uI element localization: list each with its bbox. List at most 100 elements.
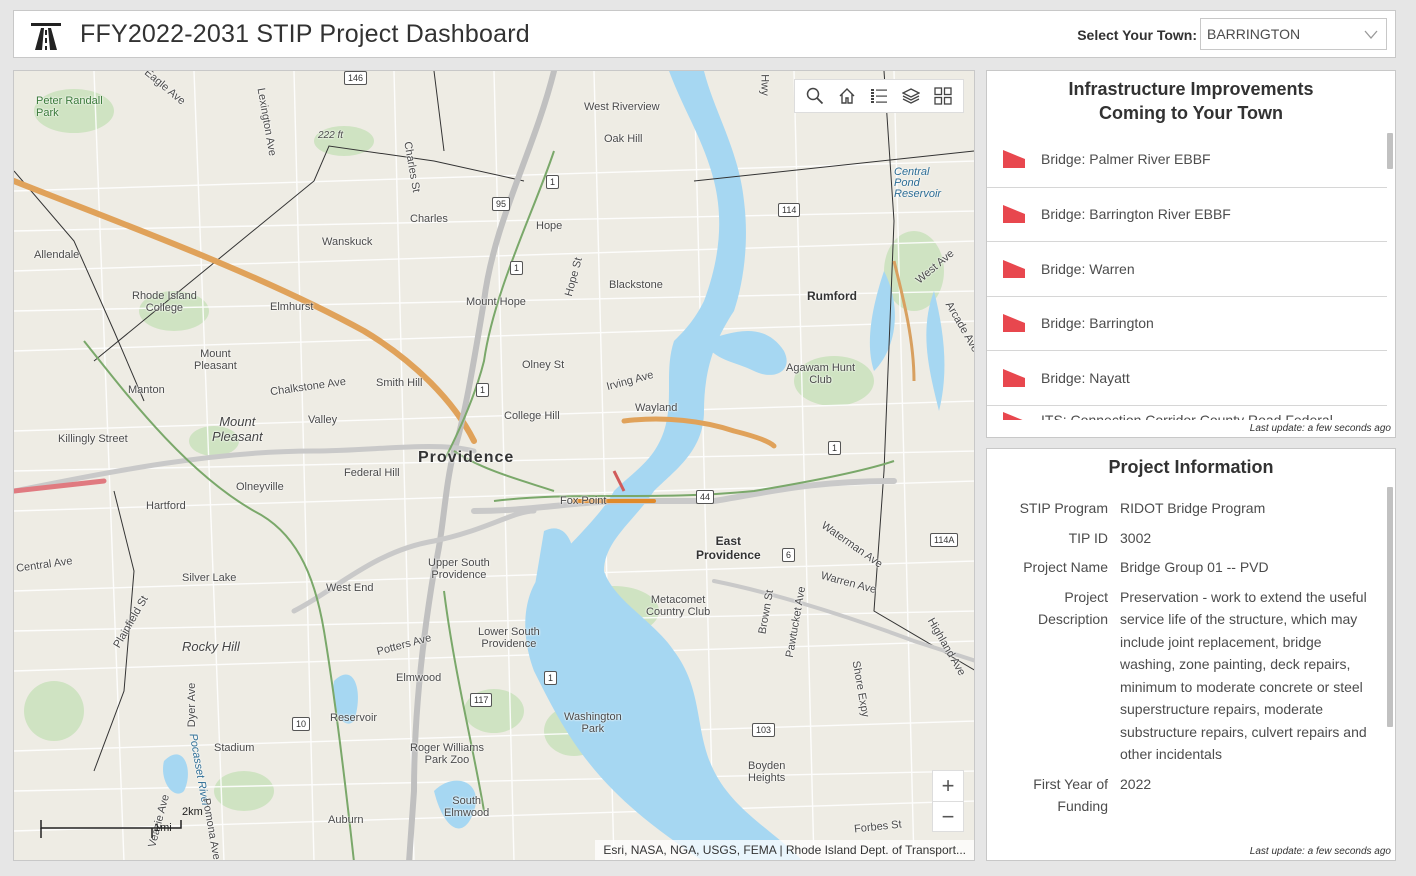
legend-icon[interactable] — [867, 84, 891, 108]
map-toolbar — [794, 79, 964, 113]
map-label-wanskuck: Wanskuck — [322, 236, 373, 248]
layers-icon[interactable] — [899, 84, 923, 108]
route-shield: 10 — [292, 717, 311, 731]
map-view[interactable]: Peter Randall Park West Riverview Oak Hi… — [13, 70, 975, 861]
search-icon[interactable] — [803, 84, 827, 108]
map-label-providence: Providence — [418, 449, 515, 466]
map-label-allendale: Allendale — [34, 249, 80, 261]
home-icon[interactable] — [835, 84, 859, 108]
map-label-rumford: Rumford — [807, 289, 857, 303]
info-value: 3002 — [1120, 529, 1152, 546]
route-shield: 44 — [696, 490, 715, 504]
info-key: STIP Program — [1019, 500, 1108, 516]
info-row-tip-id: TIP ID 3002 — [987, 527, 1387, 550]
infrastructure-title-line2: Coming to Your Town — [1099, 103, 1283, 123]
map-label-elmhurst: Elmhurst — [270, 301, 314, 313]
map-label-south-elmwood: South Elmwood — [444, 795, 490, 819]
town-select-dropdown[interactable]: BARRINGTON — [1200, 18, 1387, 50]
map-label-boyden-heights: Boyden Heights — [748, 760, 786, 784]
town-select-value: BARRINGTON — [1207, 26, 1301, 42]
basemap-gallery-icon[interactable] — [931, 84, 955, 108]
map-label-valley: Valley — [308, 414, 338, 426]
infrastructure-list: Bridge: Palmer River EBBF Bridge: Barrin… — [987, 132, 1387, 420]
info-row-first-year-funding: First Year of Funding 2022 — [987, 773, 1387, 818]
list-item-label: Bridge: Warren — [1041, 260, 1135, 277]
info-row-project-name: Project Name Bridge Group 01 -- PVD — [987, 556, 1387, 579]
list-item[interactable]: Bridge: Barrington — [987, 295, 1387, 351]
route-shield: 146 — [344, 71, 368, 85]
infrastructure-scrollbar[interactable] — [1387, 133, 1393, 169]
list-item[interactable]: ITS: Connection Corridor County Road Fed… — [987, 404, 1387, 421]
map-label-west-riverview: West Riverview — [584, 101, 660, 113]
scale-mi-label: 1mi — [154, 822, 172, 834]
map-label-peter-randall-park: Peter Randall Park — [36, 95, 103, 119]
route-shield: 1 — [476, 383, 490, 397]
infrastructure-panel-title: Infrastructure Improvements Coming to Yo… — [987, 71, 1395, 125]
map-label-smith-hill: Smith Hill — [376, 377, 423, 389]
info-row-project-description: Project Description Preservation - work … — [987, 586, 1387, 766]
project-info-title: Project Information — [1108, 457, 1274, 477]
list-item[interactable]: Bridge: Nayatt — [987, 350, 1387, 405]
project-info-table: STIP Program RIDOT Bridge Program TIP ID… — [987, 497, 1387, 825]
map-label-olney-st: Olney St — [522, 359, 565, 371]
map-label-metacomet-country-club: Metacomet Country Club — [646, 594, 711, 618]
map-label-rocky-hill: Rocky Hill — [182, 639, 240, 654]
zoom-in-button[interactable]: + — [933, 771, 963, 801]
route-shield: 103 — [752, 723, 776, 737]
map-label-silver-lake: Silver Lake — [182, 572, 237, 584]
project-info-last-update: Last update: a few seconds ago — [1249, 846, 1391, 857]
infrastructure-last-update: Last update: a few seconds ago — [1249, 423, 1391, 434]
flag-icon — [1003, 368, 1025, 387]
route-shield: 1 — [544, 671, 558, 685]
map-label-east-providence: East Providence — [696, 534, 761, 562]
info-value: Preservation - work to extend the useful… — [1120, 588, 1367, 763]
map-label-mount-pleasant: Mount Pleasant — [212, 414, 263, 444]
route-shield: 6 — [782, 548, 796, 562]
map-label-west-end: West End — [326, 582, 374, 594]
list-item-label: Bridge: Palmer River EBBF — [1041, 151, 1211, 168]
route-shield: 1 — [828, 441, 842, 455]
map-label-stadium: Stadium — [214, 742, 255, 754]
list-item[interactable]: Bridge: Barrington River EBBF — [987, 186, 1387, 242]
map-label-rhode-island-college: Rhode Island College — [132, 290, 197, 314]
map-attribution[interactable]: Esri, NASA, NGA, USGS, FEMA | Rhode Isla… — [595, 840, 974, 860]
map-label-college-hill: College Hill — [504, 410, 560, 422]
route-shield: 114 — [778, 203, 801, 217]
flag-icon — [1003, 259, 1025, 278]
list-item-label: Bridge: Barrington River EBBF — [1041, 206, 1231, 223]
zoom-out-button[interactable]: − — [933, 801, 963, 831]
info-value: Bridge Group 01 -- PVD — [1120, 559, 1269, 575]
map-label-olneyville: Olneyville — [236, 481, 284, 493]
map-label-upper-south-providence: Upper South Providence — [428, 557, 490, 581]
list-item[interactable]: Bridge: Warren — [987, 241, 1387, 296]
info-key: TIP ID — [1068, 529, 1108, 546]
route-shield: 114A — [930, 533, 959, 547]
highway-logo-icon — [31, 23, 61, 50]
map-label-lower-south-providence: Lower South Providence — [478, 626, 540, 650]
list-item[interactable]: Bridge: Palmer River EBBF — [987, 132, 1387, 187]
info-key: Project Name — [1023, 559, 1108, 575]
map-label-auburn: Auburn — [328, 814, 364, 826]
map-label-hope: Hope — [536, 220, 563, 232]
route-shield: 95 — [492, 197, 511, 211]
map-label-fox-point: Fox Point — [560, 495, 607, 507]
map-label-oak-hill: Oak Hill — [604, 133, 643, 145]
map-label-federal-hill: Federal Hill — [344, 467, 400, 479]
map-label-reservoir: Reservoir — [330, 712, 378, 724]
map-label-mount-pleasant-small: Mount Pleasant — [194, 348, 237, 372]
map-label-agawam-hunt-club: Agawam Hunt Club — [786, 362, 856, 386]
route-shield: 117 — [470, 693, 493, 707]
flag-icon — [1003, 150, 1025, 169]
list-item-label: ITS: Connection Corridor County Road Fed… — [1041, 411, 1333, 421]
zoom-control: + − — [932, 770, 964, 832]
map-label-blackstone: Blackstone — [609, 279, 663, 291]
map-label-elmwood: Elmwood — [396, 672, 442, 684]
flag-icon — [1003, 314, 1025, 333]
scale-km-label: 2km — [182, 806, 203, 818]
info-key: First Year of Funding — [1033, 775, 1108, 815]
flag-icon — [1003, 411, 1024, 420]
map-label-elevation: 222 ft — [318, 130, 344, 141]
map-label-central-pond: Central Pond Reservoir — [894, 166, 942, 200]
town-select-label: Select Your Town: — [1077, 27, 1197, 43]
project-info-scrollbar[interactable] — [1387, 487, 1393, 727]
